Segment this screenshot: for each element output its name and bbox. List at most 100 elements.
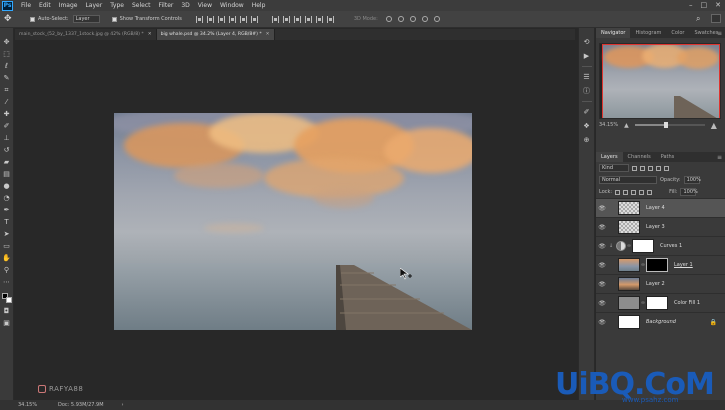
menu-type[interactable]: Type [110,2,124,9]
distribute-left-icon[interactable] [304,15,312,23]
workspace-switcher-icon[interactable] [711,14,721,23]
properties-panel-icon[interactable]: ☰ [583,73,591,81]
filter-kind-dropdown[interactable]: Kind [599,164,629,172]
filter-pixel-icon[interactable] [632,165,637,171]
auto-select-dropdown[interactable]: Layer [72,15,100,23]
clone-source-icon[interactable]: ⊕ [583,136,591,144]
3d-drag-icon[interactable] [409,16,416,22]
menu-file[interactable]: File [21,2,31,9]
zoom-out-icon[interactable]: ▲ [624,122,629,129]
layer-row-layer1[interactable]: 👁 ∞ Layer 1 [596,255,725,274]
tab-paths[interactable]: Paths [656,152,680,162]
brush-tool-icon[interactable]: ✐ [2,123,11,130]
status-menu-arrow[interactable]: › [122,402,124,408]
align-bottom-icon[interactable] [217,15,225,23]
lock-image-icon[interactable] [623,189,629,195]
background-color-swatch[interactable] [5,297,12,303]
distribute-top-icon[interactable] [271,15,279,23]
crop-tool-icon[interactable]: ⌗ [2,87,11,94]
quick-mask-icon[interactable]: ◘ [2,308,11,315]
visibility-eye-icon[interactable]: 👁 [596,300,608,307]
dodge-tool-icon[interactable]: ◔ [2,195,11,202]
type-tool-icon[interactable]: T [2,219,11,226]
filter-type-icon[interactable] [648,165,653,171]
more-tools-icon[interactable]: ⋯ [2,279,11,286]
healing-brush-tool-icon[interactable]: ✚ [2,111,11,118]
minimize-button[interactable]: – [689,1,693,9]
close-tab-icon[interactable]: ✕ [148,32,152,37]
layer-row-layer4[interactable]: 👁 Layer 4 [596,198,725,217]
tab-layers[interactable]: Layers [596,152,623,162]
zoom-tool-icon[interactable]: ⚲ [2,267,11,274]
info-panel-icon[interactable]: ⓘ [583,87,591,95]
blend-mode-dropdown[interactable]: Normal [599,176,657,184]
doc-tab-stock[interactable]: main_stock_(52_by_1337_1stock.jpg @ 42% … [15,29,157,40]
align-left-icon[interactable] [228,15,236,23]
search-icon[interactable]: ⌕ [696,14,705,23]
visibility-eye-icon[interactable]: 👁 [596,205,608,212]
marquee-tool-icon[interactable]: ⬚ [2,51,11,58]
gradient-tool-icon[interactable]: ▤ [2,171,11,178]
distribute-vcenter-icon[interactable] [282,15,290,23]
distribute-hcenter-icon[interactable] [315,15,323,23]
menu-view[interactable]: View [198,2,212,9]
menu-help[interactable]: Help [252,2,266,9]
eraser-tool-icon[interactable]: ▰ [2,159,11,166]
hand-tool-icon[interactable]: ✋ [2,255,11,262]
navigator-zoom-value[interactable]: 34.15% [599,122,618,128]
panel-menu-icon[interactable]: ≡ [717,30,722,37]
move-tool-icon[interactable]: ✥ [2,39,11,46]
zoom-slider-knob[interactable] [664,122,669,128]
align-vcenter-icon[interactable] [206,15,214,23]
document-canvas[interactable] [114,113,472,330]
3d-roll-icon[interactable] [397,16,404,22]
pen-tool-icon[interactable]: ✒ [2,207,11,214]
lock-all-icon[interactable] [647,189,653,195]
transform-controls-checkbox[interactable] [111,16,117,22]
layer-row-layer3[interactable]: 👁 Layer 3 [596,217,725,236]
tab-navigator[interactable]: Navigator [596,28,631,38]
filter-adjustment-icon[interactable] [640,165,645,171]
zoom-field[interactable]: 34.15% [18,402,37,408]
menu-3d[interactable]: 3D [181,2,189,9]
clone-stamp-tool-icon[interactable]: ⊥ [2,135,11,142]
screen-mode-icon[interactable]: ▣ [2,320,11,327]
navigator-preview[interactable] [599,43,721,119]
doc-tab-big-whale[interactable]: big whale.psd @ 34.2% (Layer 4, RGB/8#) … [156,29,275,40]
zoom-in-icon[interactable]: ▲ [711,121,717,130]
align-top-icon[interactable] [195,15,203,23]
menu-layer[interactable]: Layer [85,2,102,9]
layer-row-curves1[interactable]: 👁 ↓ ∞ Curves 1 [596,236,725,255]
brushes-panel-icon[interactable]: ✐ [583,108,591,116]
layer-row-background[interactable]: 👁 Background 🔒 [596,312,725,331]
tab-color[interactable]: Color [666,28,689,38]
menu-select[interactable]: Select [132,2,151,9]
visibility-eye-icon[interactable]: 👁 [596,281,608,288]
lasso-tool-icon[interactable]: ℓ [2,63,11,70]
color-swatches[interactable] [1,293,12,303]
distribute-bottom-icon[interactable] [293,15,301,23]
filter-shape-icon[interactable] [656,165,661,171]
blur-tool-icon[interactable]: ● [2,183,11,190]
3d-scale-icon[interactable] [433,16,440,22]
align-right-icon[interactable] [250,15,258,23]
lock-artboard-icon[interactable] [639,189,645,195]
align-hcenter-icon[interactable] [239,15,247,23]
visibility-eye-icon[interactable]: 👁 [596,319,608,326]
history-panel-icon[interactable]: ⟲ [583,38,591,46]
tab-channels[interactable]: Channels [623,152,656,162]
visibility-eye-icon[interactable]: 👁 [596,224,608,231]
3d-slide-icon[interactable] [421,16,428,22]
navigator-view-frame[interactable] [602,44,720,118]
actions-panel-icon[interactable]: ▶ [583,52,591,60]
eyedropper-tool-icon[interactable]: ⁄ [2,99,11,106]
lock-position-icon[interactable] [631,189,637,195]
panel-menu-icon[interactable]: ≡ [717,154,722,161]
menu-window[interactable]: Window [220,2,244,9]
maximize-button[interactable]: □ [701,1,708,9]
distribute-right-icon[interactable] [326,15,334,23]
auto-select-checkbox[interactable] [30,16,35,22]
tab-histogram[interactable]: Histogram [630,28,666,38]
brush-presets-icon[interactable]: ❖ [583,122,591,130]
menu-image[interactable]: Image [59,2,78,9]
